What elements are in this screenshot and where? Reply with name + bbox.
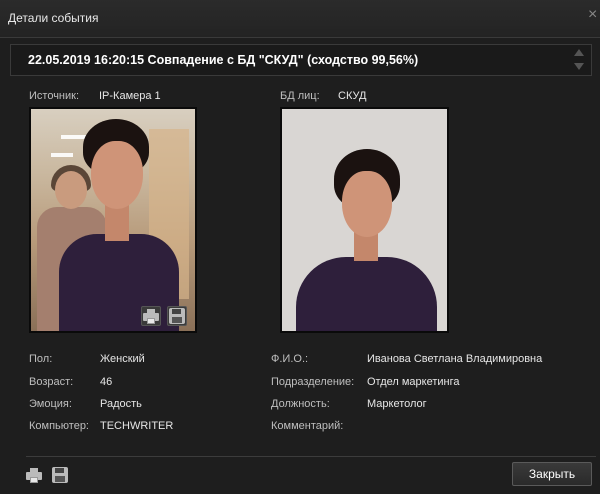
age-value: 46 [100, 376, 113, 388]
source-value: IP-Камера 1 [99, 90, 161, 102]
person-body [296, 257, 437, 331]
ceiling-light [51, 153, 73, 157]
department-label: Подразделение: [271, 376, 355, 388]
window-title: Детали события [8, 11, 99, 25]
printer-icon[interactable] [26, 467, 42, 483]
floppy-icon[interactable] [52, 467, 68, 483]
scroll-up-icon[interactable] [574, 49, 584, 56]
face-db-value: СКУД [338, 90, 367, 102]
full-name-label: Ф.И.О.: [271, 353, 309, 365]
source-label: Источник: [29, 90, 80, 102]
close-button[interactable]: Закрыть [512, 462, 592, 486]
person-face [342, 171, 392, 237]
computer-label: Компьютер: [29, 420, 89, 432]
save-photo-button[interactable] [167, 306, 187, 326]
full-name-value: Иванова Светлана Владимировна [367, 353, 543, 365]
floppy-icon [169, 308, 185, 324]
background-person-head [55, 171, 87, 209]
event-header-box: 22.05.2019 16:20:15 Совпадение с БД "СКУ… [10, 44, 592, 76]
face-db-label: БД лиц: [280, 90, 320, 102]
position-label: Должность: [271, 398, 330, 410]
comment-label: Комментарий: [271, 420, 344, 432]
database-photo [280, 107, 449, 333]
scroll-down-icon[interactable] [574, 63, 584, 70]
footer-divider [26, 456, 596, 457]
department-value: Отдел маркетинга [367, 376, 460, 388]
emotion-value: Радость [100, 398, 142, 410]
close-window-icon[interactable]: × [588, 6, 600, 24]
position-value: Маркетолог [367, 398, 427, 410]
print-photo-button[interactable] [141, 306, 161, 326]
gender-value: Женский [100, 353, 145, 365]
gender-label: Пол: [29, 353, 53, 365]
age-label: Возраст: [29, 376, 74, 388]
event-header: 22.05.2019 16:20:15 Совпадение с БД "СКУ… [28, 53, 419, 67]
person-face [91, 141, 143, 209]
person-body [59, 234, 179, 331]
title-bar: Детали события × [0, 0, 600, 38]
camera-photo [29, 107, 197, 333]
emotion-label: Эмоция: [29, 398, 72, 410]
printer-icon [143, 308, 159, 324]
event-scroll [573, 49, 585, 73]
computer-value: TECHWRITER [100, 420, 174, 432]
